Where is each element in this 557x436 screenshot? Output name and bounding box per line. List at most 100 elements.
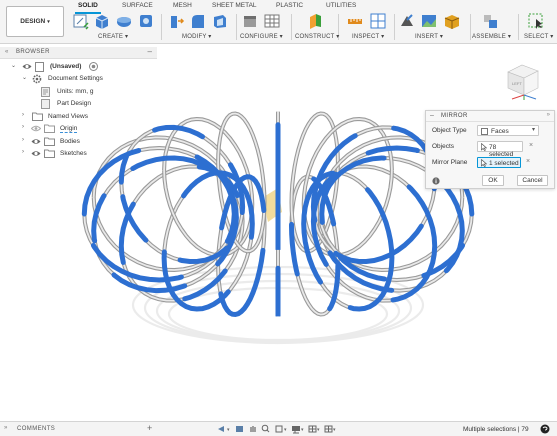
hole-icon[interactable]	[137, 12, 155, 30]
double-chevron-icon[interactable]: »	[4, 425, 7, 431]
insert-derive-icon[interactable]	[398, 12, 416, 30]
new-sketch-icon[interactable]	[72, 12, 90, 30]
table-icon[interactable]	[263, 12, 281, 30]
info-icon[interactable]	[432, 177, 440, 185]
tab-surface[interactable]: SURFACE	[122, 2, 153, 9]
browser-named-views[interactable]: › Named Views	[0, 111, 157, 123]
mirror-plane-selection[interactable]: 1 selected	[477, 157, 521, 168]
measure-icon[interactable]	[346, 12, 364, 30]
browser-sketches[interactable]: › Sketches	[0, 148, 157, 160]
tab-plastic[interactable]: PLASTIC	[276, 2, 303, 9]
collapse-panel-icon[interactable]: –	[148, 47, 152, 56]
tab-sheet-metal[interactable]: SHEET METAL	[212, 2, 257, 9]
modify-menu[interactable]: MODIFY ▾	[182, 33, 212, 40]
collapse-icon[interactable]: –	[430, 112, 434, 119]
visibility-eye-icon[interactable]	[22, 62, 32, 71]
insert-menu[interactable]: INSERT ▾	[415, 33, 443, 40]
chevron-down-icon: ▾	[531, 127, 535, 133]
browser-root-node[interactable]: ⌄ (Unsaved)	[0, 61, 157, 73]
add-comment-icon[interactable]: +	[147, 423, 152, 433]
configure-icon[interactable]	[241, 12, 259, 30]
insert-canvas-icon[interactable]	[420, 12, 438, 30]
visibility-eye-icon[interactable]	[31, 137, 41, 146]
revolve-icon[interactable]	[115, 12, 133, 30]
look-at-icon[interactable]	[236, 426, 243, 432]
document-icon	[35, 62, 44, 72]
insert-mcmaster-icon[interactable]	[443, 12, 461, 30]
gear-icon	[32, 74, 42, 84]
select-menu[interactable]: SELECT ▾	[524, 33, 554, 40]
viewports-icon[interactable]: ▾	[324, 425, 336, 433]
chevron-down-icon[interactable]: ⌄	[22, 74, 27, 81]
fit-icon[interactable]: ▾	[275, 425, 287, 433]
create-menu[interactable]: CREATE ▾	[98, 33, 128, 40]
assemble-menu[interactable]: ASSEMBLE ▾	[472, 33, 511, 40]
record-icon[interactable]	[89, 62, 98, 71]
select-icon[interactable]	[527, 12, 545, 30]
new-component-icon[interactable]	[481, 12, 499, 30]
mirror-plane-value: 1 selected	[489, 159, 519, 167]
chevron-right-icon[interactable]: ›	[22, 149, 24, 155]
ok-button[interactable]: OK	[482, 175, 504, 186]
extrude-icon[interactable]	[93, 12, 111, 30]
fillet-icon[interactable]	[189, 12, 207, 30]
viewcube-label: LEFT	[512, 81, 522, 86]
section-analysis-icon[interactable]	[369, 12, 387, 30]
cursor-icon	[481, 159, 487, 167]
inspect-label: INSPECT	[352, 34, 380, 40]
comments-label[interactable]: COMMENTS	[17, 426, 55, 432]
chevron-down-icon[interactable]: ⌄	[11, 62, 16, 69]
orbit-icon[interactable]: ▾	[218, 426, 230, 433]
help-chat-icon[interactable]	[540, 424, 550, 434]
workspace-label: DESIGN	[20, 18, 46, 25]
object-type-select[interactable]: Faces ▾	[477, 125, 539, 136]
selection-status: Multiple selections | 79	[463, 426, 529, 433]
browser-title: BROWSER	[16, 49, 50, 55]
folder-icon	[32, 112, 43, 121]
expand-icon[interactable]: »	[547, 112, 550, 118]
construct-menu[interactable]: CONSTRUCT ▾	[295, 33, 339, 40]
cancel-button[interactable]: Cancel	[517, 175, 548, 186]
hidden-eye-icon[interactable]	[31, 124, 41, 133]
sketches-label: Sketches	[60, 150, 87, 157]
insert-label: INSERT	[415, 34, 438, 40]
clear-plane-icon[interactable]: ×	[526, 158, 530, 165]
mirror-dialog-header[interactable]: – MIRROR »	[426, 111, 554, 122]
svg-text:▾: ▾	[284, 427, 287, 433]
grid-settings-icon[interactable]: ▾	[308, 425, 320, 433]
workspace-switcher[interactable]: DESIGN ▾	[6, 6, 64, 37]
visibility-eye-icon[interactable]	[31, 149, 41, 158]
tab-mesh[interactable]: MESH	[173, 2, 192, 9]
part-design-icon	[41, 99, 50, 109]
mirror-title: MIRROR	[441, 113, 468, 119]
plane-icon[interactable]	[306, 12, 324, 30]
document-settings-label: Document Settings	[48, 75, 103, 82]
browser-document-settings[interactable]: ⌄ Document Settings	[0, 73, 157, 85]
zoom-icon[interactable]	[261, 424, 270, 433]
chevron-right-icon[interactable]: ›	[22, 137, 24, 143]
chevron-right-icon[interactable]: ›	[22, 112, 24, 118]
face-icon	[481, 128, 488, 135]
browser-units[interactable]: Units: mm, g	[0, 86, 157, 98]
configure-menu[interactable]: CONFIGURE ▾	[240, 33, 283, 40]
display-settings-icon[interactable]: ▾	[292, 426, 304, 434]
root-label: (Unsaved)	[50, 63, 82, 70]
shell-icon[interactable]	[211, 12, 229, 30]
tab-utilities[interactable]: UTILITIES	[326, 2, 356, 9]
browser-part-design[interactable]: Part Design	[0, 98, 157, 110]
viewcube[interactable]: LEFT	[500, 58, 546, 104]
inspect-menu[interactable]: INSPECT ▾	[352, 33, 384, 40]
construct-label: CONSTRUCT	[295, 34, 335, 40]
object-type-label: Object Type	[432, 127, 467, 134]
assemble-label: ASSEMBLE	[472, 34, 506, 40]
browser-bodies[interactable]: › Bodies	[0, 136, 157, 148]
tab-solid[interactable]: SOLID	[75, 2, 101, 14]
browser-origin[interactable]: › Origin	[0, 123, 157, 135]
chevron-right-icon[interactable]: ›	[22, 124, 24, 130]
clear-objects-icon[interactable]: ×	[529, 142, 533, 149]
browser-header[interactable]: « BROWSER –	[0, 47, 157, 59]
pan-icon[interactable]	[250, 426, 256, 432]
objects-selection[interactable]: 78 selected	[477, 141, 523, 158]
double-chevron-icon[interactable]: «	[5, 49, 8, 55]
press-pull-icon[interactable]	[167, 12, 185, 30]
